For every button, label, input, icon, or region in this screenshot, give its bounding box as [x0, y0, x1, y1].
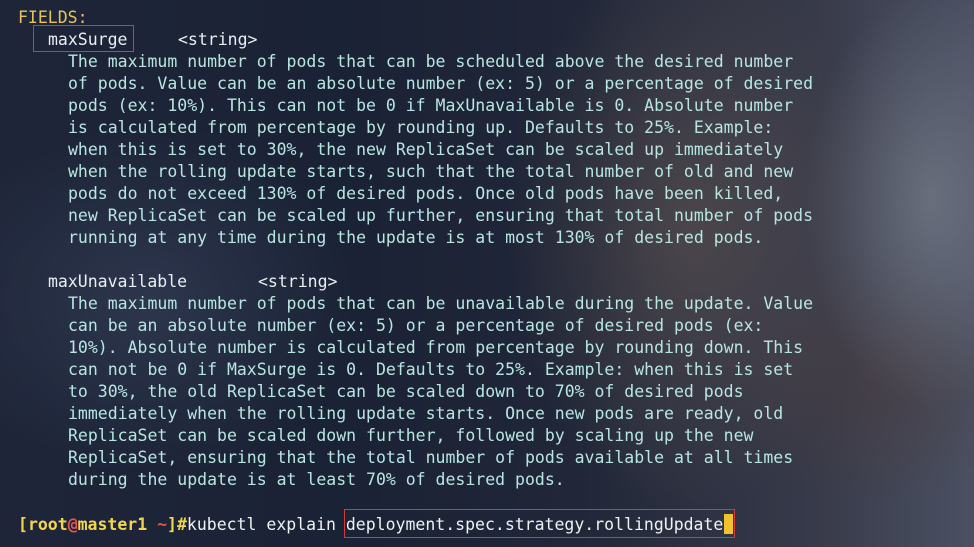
prompt-user: root: [27, 515, 68, 534]
field-type-maxunavailable: <string>: [258, 272, 338, 291]
maxunavailable-desc-line: 10%). Absolute number is calculated from…: [68, 338, 804, 357]
prompt-symbol: #: [176, 515, 187, 534]
field-type-maxsurge: <string>: [178, 30, 258, 49]
maxunavailable-desc-line: immediately when the rolling update star…: [68, 404, 784, 423]
maxsurge-desc-line: when the rolling update starts, such tha…: [68, 162, 794, 181]
maxsurge-desc-line: running at any time during the update is…: [68, 228, 764, 247]
maxsurge-desc-line: of pods. Value can be an absolute number…: [68, 74, 814, 93]
maxsurge-desc-line: is calculated from percentage by roundin…: [68, 118, 774, 137]
terminal-window[interactable]: FIELDS: maxSurge <string> The maximum nu…: [0, 0, 974, 547]
maxsurge-desc-line: when this is set to 30%, the new Replica…: [68, 140, 784, 159]
maxsurge-desc-line: The maximum number of pods that can be s…: [68, 52, 794, 71]
field-name-maxsurge: maxSurge: [48, 30, 128, 49]
maxunavailable-desc-line: can be an absolute number (ex: 5) or a p…: [68, 316, 764, 335]
command-text[interactable]: kubectl explain: [187, 515, 346, 534]
maxunavailable-desc-line: to 30%, the old ReplicaSet can be scaled…: [68, 382, 744, 401]
shell-prompt-line[interactable]: [root@master1 ~]#kubectl explain deploym…: [18, 514, 734, 536]
text-cursor: [724, 514, 734, 534]
prompt-host: master1: [77, 515, 148, 534]
prompt-open-bracket: [: [18, 515, 28, 534]
maxunavailable-desc-line: ReplicaSet, ensuring that the total numb…: [68, 448, 794, 467]
prompt-at-sign: @: [67, 515, 78, 534]
maxunavailable-desc-line: The maximum number of pods that can be u…: [68, 294, 814, 313]
prompt-close-bracket: ]: [167, 515, 177, 534]
maxsurge-desc-line: pods (ex: 10%). This can not be 0 if Max…: [68, 96, 794, 115]
maxunavailable-desc-line: can not be 0 if MaxSurge is 0. Defaults …: [68, 360, 794, 379]
maxunavailable-desc-line: ReplicaSet can be scaled down further, f…: [68, 426, 754, 445]
maxsurge-desc-line: pods do not exceed 130% of desired pods.…: [68, 184, 784, 203]
prompt-cwd: ~: [157, 515, 168, 534]
field-name-maxunavailable: maxUnavailable: [48, 272, 188, 291]
maxunavailable-desc-line: during the update is at least 70% of des…: [68, 470, 565, 489]
command-argument[interactable]: deployment.spec.strategy.rollingUpdate: [346, 515, 724, 534]
maxsurge-desc-line: new ReplicaSet can be scaled up further,…: [68, 206, 814, 225]
